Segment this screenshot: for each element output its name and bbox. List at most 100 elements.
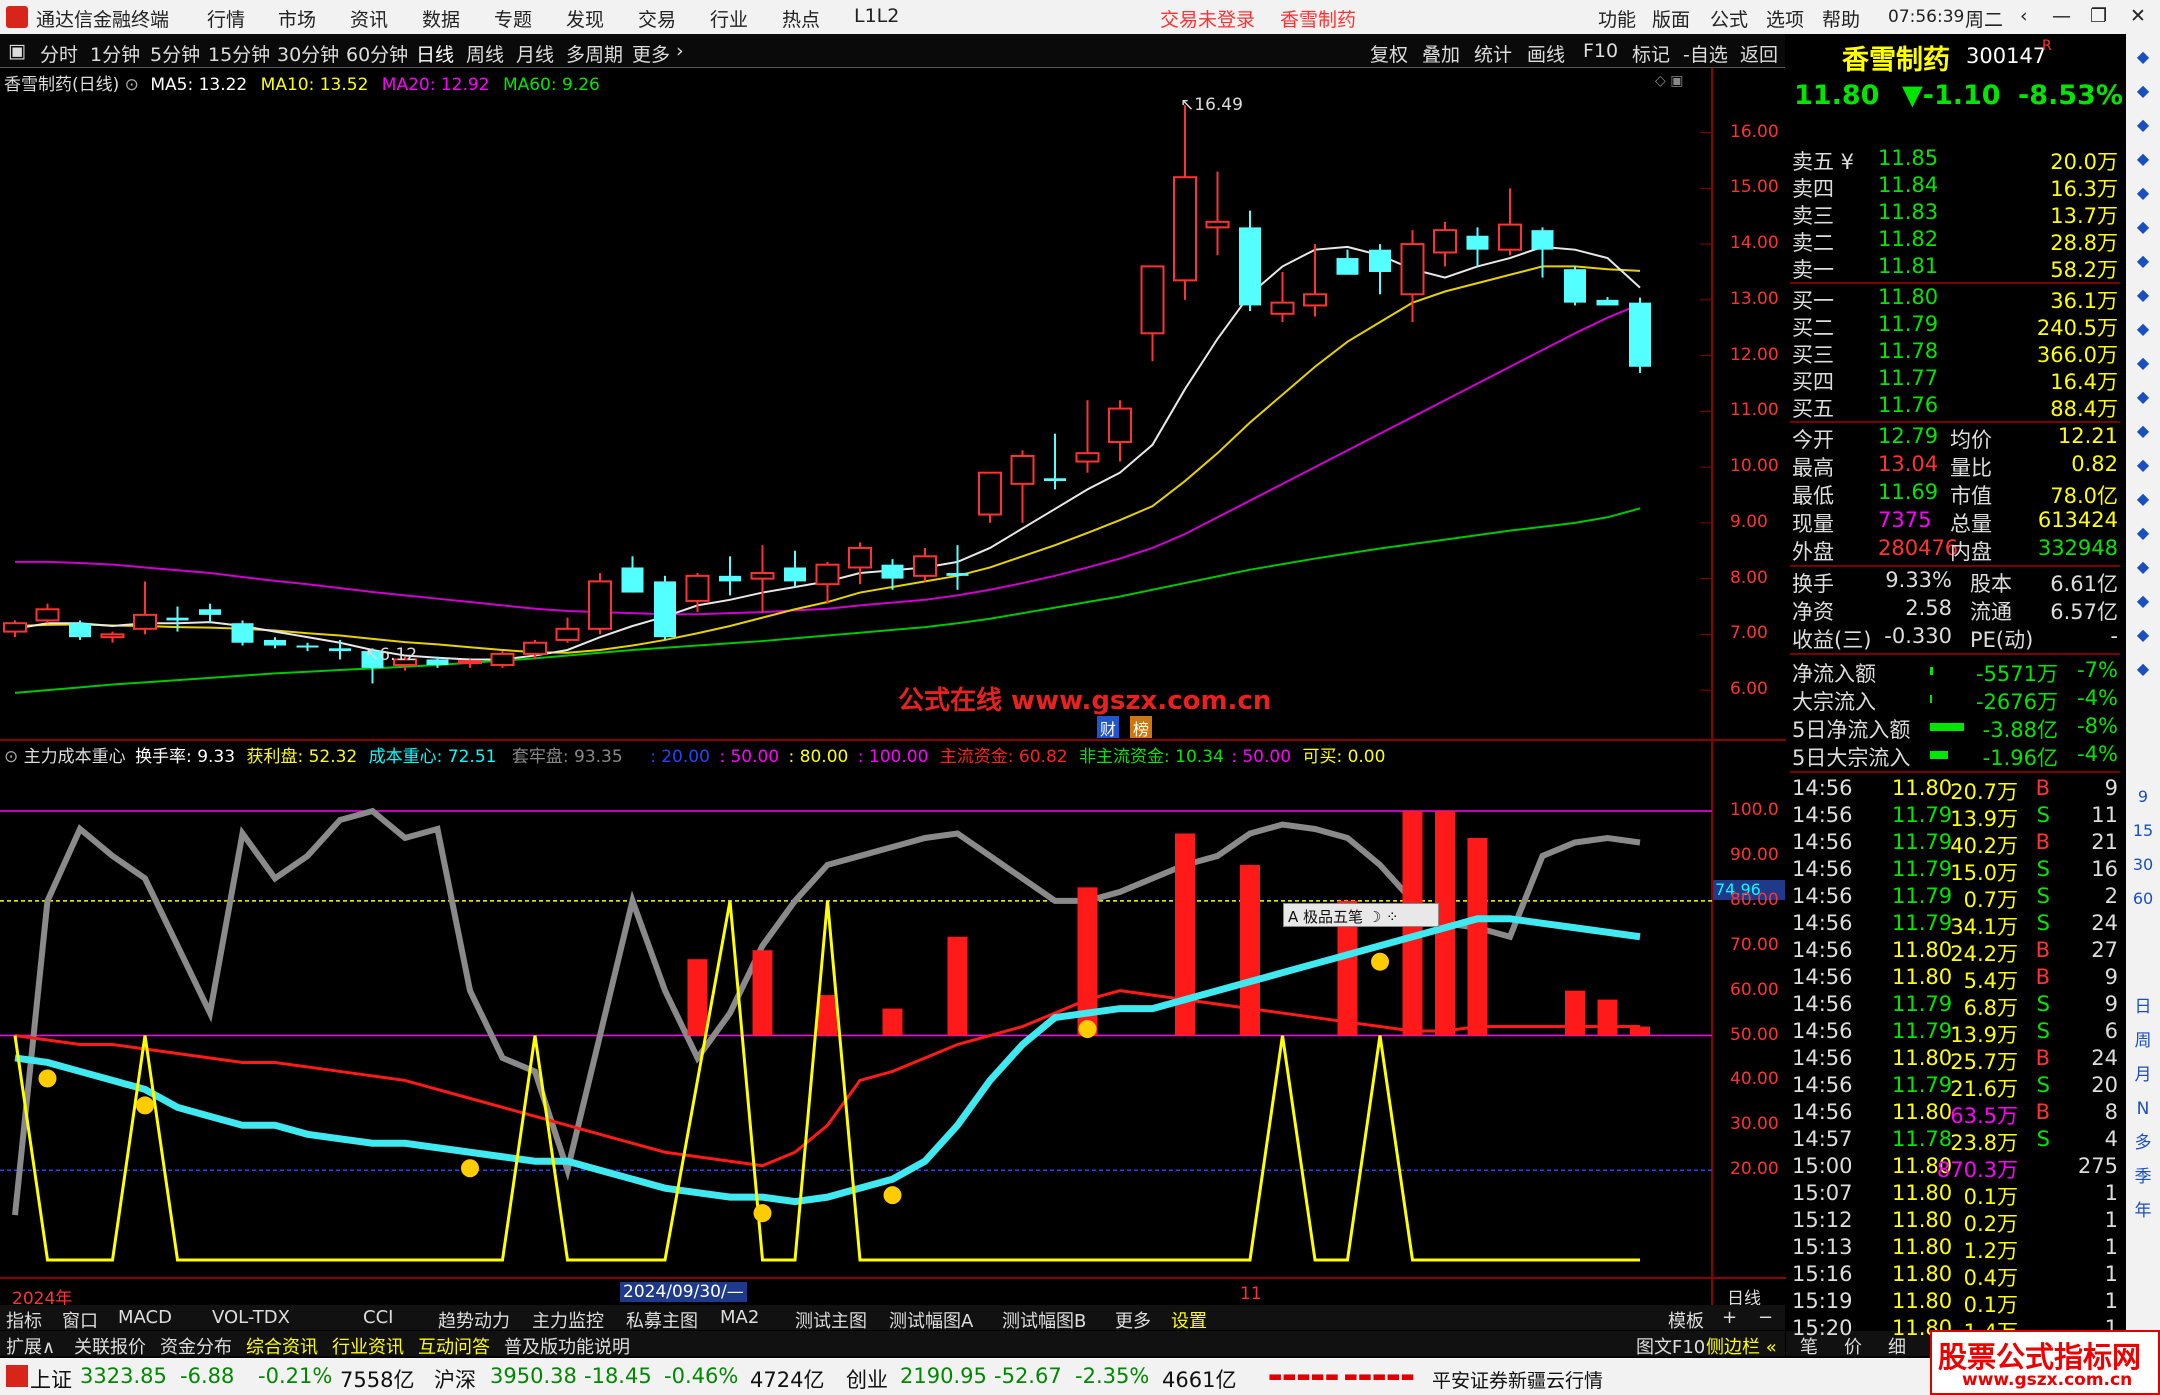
period-multi[interactable]: 多周期 [566, 40, 623, 67]
period-daily[interactable]: 日线 [416, 40, 454, 67]
cy-name[interactable]: 创业 [846, 1364, 888, 1394]
ime-a-icon[interactable]: A [1288, 908, 1298, 926]
side-period-icon[interactable]: 月 [2130, 1062, 2156, 1088]
target-icon[interactable]: ◆ [2130, 452, 2156, 478]
ime-toolbar[interactable]: A 极品五笔 ☽ ⁘ [1283, 903, 1439, 927]
side-period-icon[interactable]: 日 [2130, 994, 2156, 1020]
minute-period-icon[interactable]: 60 [2130, 886, 2156, 912]
btn-f10[interactable]: F10 [1583, 40, 1618, 62]
indicator-tab[interactable]: 设置 [1171, 1307, 1207, 1333]
document-icon[interactable]: ◆ [2130, 350, 2156, 376]
chevron-right-icon[interactable]: › [676, 40, 684, 62]
bell-icon[interactable]: ◆ [2130, 44, 2156, 70]
period-fenshi[interactable]: 分时 [40, 40, 78, 67]
extension-tab[interactable]: 扩展∧ [6, 1333, 55, 1359]
indicator-tab[interactable]: MA2 [720, 1307, 759, 1328]
indicator-tab[interactable]: CCI [363, 1307, 393, 1328]
indicator-tab[interactable]: 趋势动力 [438, 1307, 510, 1333]
menu-shuju[interactable]: 数据 [422, 5, 460, 32]
extension-tab[interactable]: 普及版功能说明 [504, 1333, 630, 1359]
menu-zixun[interactable]: 资讯 [350, 5, 388, 32]
id-card-icon[interactable]: ◆ [2130, 316, 2156, 342]
menu-jiaoyi[interactable]: 交易 [638, 5, 676, 32]
extension-tab[interactable]: 关联报价 [74, 1333, 146, 1359]
pen-icon[interactable]: ◆ [2130, 622, 2156, 648]
dropdown-icon[interactable]: ⊙ [125, 75, 139, 95]
calendar-icon[interactable]: ◆ [2130, 112, 2156, 138]
hs-name[interactable]: 沪深 [434, 1364, 476, 1394]
minute-period-icon[interactable]: 30 [2130, 852, 2156, 878]
side-period-icon[interactable]: 周 [2130, 1028, 2156, 1054]
indicator-dropdown-icon[interactable]: ⊙ [4, 747, 18, 767]
wave-icon[interactable]: ◆ [2130, 520, 2156, 546]
indicator-tab[interactable]: 私募主图 [626, 1307, 698, 1333]
rank-badge[interactable]: 榜 [1130, 716, 1152, 739]
indicator-tab[interactable]: MACD [118, 1307, 172, 1328]
period-weekly[interactable]: 周线 [466, 40, 504, 67]
minute-period-icon[interactable]: 9 [2130, 784, 2156, 810]
chart-settings-icons[interactable]: ◇ ▣ [1655, 73, 1683, 89]
cross-icon[interactable]: ◆ [2130, 588, 2156, 614]
template-button[interactable]: 模板 [1668, 1307, 1704, 1333]
btn-tongji[interactable]: 统计 [1474, 40, 1512, 67]
candle-icon[interactable]: ◆ [2130, 248, 2156, 274]
add-icon[interactable]: + [1722, 1307, 1737, 1328]
side-period-icon[interactable]: 多 [2130, 1130, 2156, 1156]
menu-xuanxiang[interactable]: 选项 [1766, 5, 1804, 32]
period-1min[interactable]: 1分钟 [90, 40, 140, 67]
table-icon[interactable]: ◆ [2130, 282, 2156, 308]
menu-shichang[interactable]: 市场 [278, 5, 316, 32]
extension-tab[interactable]: 资金分布 [160, 1333, 232, 1359]
restore-icon[interactable]: ❐ [2090, 5, 2107, 27]
extension-tab[interactable]: 综合资讯 [246, 1333, 318, 1359]
sidebar-tab[interactable]: 侧边栏 « [1706, 1333, 1777, 1359]
menu-l1l2[interactable]: L1L2 [854, 5, 899, 27]
ime-label[interactable]: 极品五笔 [1303, 908, 1363, 926]
period-60min[interactable]: 60分钟 [346, 40, 408, 67]
grid-icon[interactable]: ◆ [2130, 146, 2156, 172]
indicator-tab[interactable]: 窗口 [62, 1307, 98, 1333]
side-period-icon[interactable]: 季 [2130, 1164, 2156, 1190]
side-period-icon[interactable]: N [2130, 1096, 2156, 1122]
f10-icon[interactable]: ◆ [2130, 418, 2156, 444]
tuwen-f10-tab[interactable]: 图文F10 [1636, 1333, 1705, 1359]
eye-icon[interactable]: ◆ [2130, 486, 2156, 512]
finance-badge[interactable]: 财 [1097, 716, 1119, 739]
indicator-tab[interactable]: 测试幅图A [889, 1307, 973, 1333]
ime-moon-icon[interactable]: ☽ ⁘ [1368, 908, 1399, 926]
indicator-tab[interactable]: 更多 [1115, 1307, 1151, 1333]
remove-icon[interactable]: − [1758, 1307, 1773, 1328]
sheet-icon[interactable]: ◆ [2130, 384, 2156, 410]
up-arrow-icon[interactable]: ◆ [2130, 78, 2156, 104]
btn-diejia[interactable]: 叠加 [1422, 40, 1460, 67]
indicator-tab[interactable]: 指标 [6, 1307, 42, 1333]
btn-biaoji[interactable]: 标记 [1632, 40, 1670, 67]
chart-icon[interactable]: ◆ [2130, 214, 2156, 240]
period-5min[interactable]: 5分钟 [150, 40, 200, 67]
menu-banmian[interactable]: 版面 [1652, 5, 1690, 32]
sh-name[interactable]: 上证 [30, 1364, 72, 1394]
kline-chart[interactable] [0, 68, 1786, 1305]
menu-hangye[interactable]: 行业 [710, 5, 748, 32]
btn-zixuan[interactable]: -自选 [1683, 40, 1728, 67]
extension-tab[interactable]: 互动问答 [418, 1333, 490, 1359]
period-more[interactable]: 更多 [632, 40, 670, 67]
indicator-tab[interactable]: 测试主图 [795, 1307, 867, 1333]
list-icon[interactable]: ◆ [2130, 180, 2156, 206]
menu-gongneng[interactable]: 功能 [1598, 5, 1636, 32]
sidebar-toggle-icon[interactable]: ▣ [8, 40, 26, 62]
fs-icon[interactable]: ◆ [2130, 656, 2156, 682]
indicator-tab[interactable]: VOL-TDX [212, 1307, 290, 1328]
minimize-icon[interactable]: — [2052, 5, 2071, 27]
menu-zhuanti[interactable]: 专题 [494, 5, 532, 32]
menu-redian[interactable]: 热点 [782, 5, 820, 32]
menu-gongshi[interactable]: 公式 [1710, 5, 1748, 32]
period-15min[interactable]: 15分钟 [208, 40, 270, 67]
extension-tab[interactable]: 行业资讯 [332, 1333, 404, 1359]
menu-bangzhu[interactable]: 帮助 [1822, 5, 1860, 32]
indicator-tab[interactable]: 主力监控 [532, 1307, 604, 1333]
btn-huaxian[interactable]: 画线 [1527, 40, 1565, 67]
side-period-icon[interactable]: 年 [2130, 1198, 2156, 1224]
menu-faxian[interactable]: 发现 [566, 5, 604, 32]
indicator-tab[interactable]: 测试幅图B [1002, 1307, 1086, 1333]
